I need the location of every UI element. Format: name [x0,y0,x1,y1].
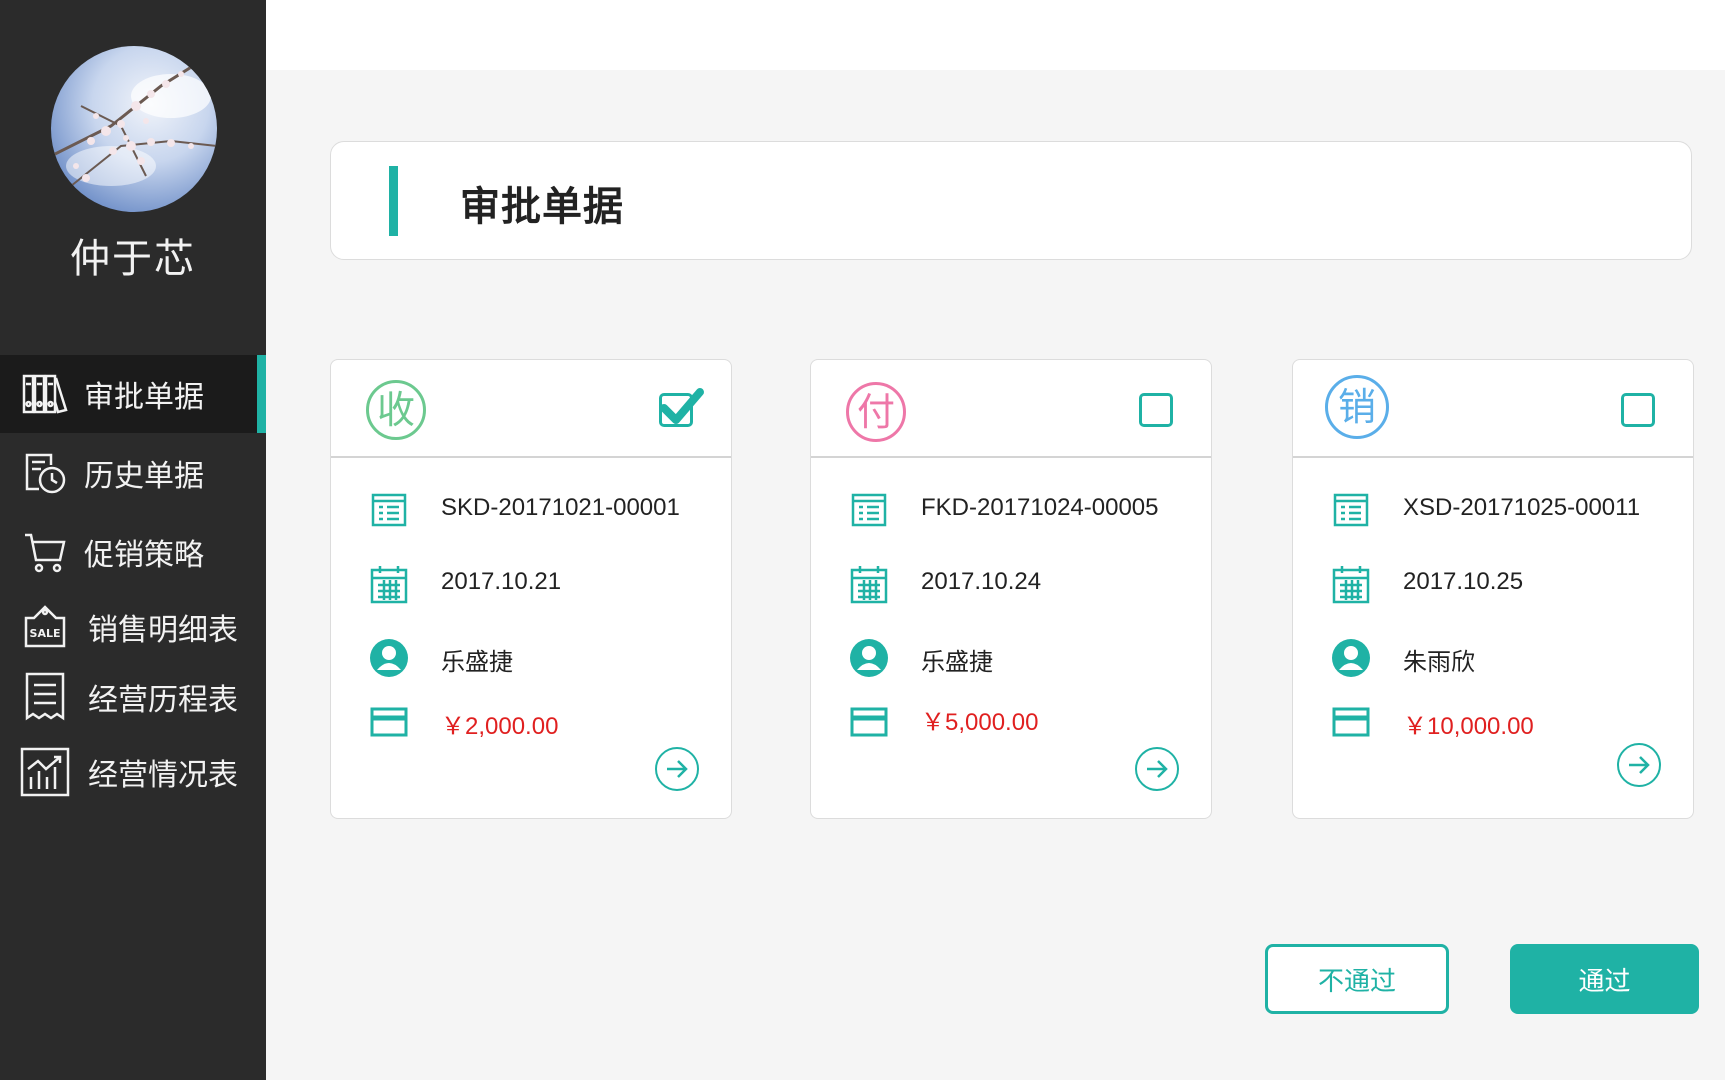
receipt-list-icon [20,672,70,722]
sidebar-item-promotion-strategy[interactable]: 促销策略 [0,513,266,591]
arrow-right-icon [667,760,688,778]
document-id-row: FKD-20171024-00005 [811,488,1211,532]
reject-button[interactable]: 不通过 [1265,944,1449,1014]
user-name: 仲于芯 [70,236,196,282]
document-card[interactable]: 付 FKD-20171024-00005 2017.10.24 乐盛捷 ￥5,0… [810,359,1212,819]
document-amount: ￥5,000.00 [921,709,1039,736]
header-accent-bar [389,166,398,236]
document-person-row: 朱雨欣 [1293,636,1693,680]
document-amount-row: ￥2,000.00 [331,700,731,744]
document-date-row: 2017.10.21 [331,562,731,606]
document-card[interactable]: 销 XSD-20171025-00011 2017.10.25 朱雨欣 ￥10,… [1292,359,1694,819]
document-list-icon [369,488,409,532]
document-date: 2017.10.21 [441,568,562,595]
sidebar-item-business-history[interactable]: 经营历程表 [0,658,266,736]
binders-icon [20,369,70,419]
checkmark-icon [660,388,704,424]
document-date-row: 2017.10.25 [1293,562,1693,606]
open-document-button[interactable] [655,747,699,791]
sale-tag-icon: SALE [20,602,70,652]
document-type-badge: 收 [366,380,426,440]
svg-text:SALE: SALE [30,627,61,640]
document-type-badge: 销 [1325,375,1389,439]
shopping-cart-icon [20,527,70,577]
sidebar-item-label: 经营情况表 [88,758,238,793]
open-document-button[interactable] [1617,743,1661,787]
top-bar [266,0,1725,70]
credit-card-icon [849,700,889,744]
document-id: FKD-20171024-00005 [921,494,1159,521]
history-document-icon [20,448,70,498]
document-list-icon [1331,488,1371,532]
document-type-badge: 付 [846,382,906,442]
calendar-icon [369,562,409,606]
document-card[interactable]: 收 SKD-20171021-00001 2017.10.21 乐盛捷 ￥2,0… [330,359,732,819]
page-header-card: 审批单据 [330,141,1692,260]
document-id-row: XSD-20171025-00011 [1293,488,1693,532]
document-person-row: 乐盛捷 [331,636,731,680]
sidebar-item-label: 经营历程表 [88,683,238,718]
credit-card-icon [369,700,409,744]
document-id: XSD-20171025-00011 [1403,494,1641,521]
document-id: SKD-20171021-00001 [441,494,680,521]
sidebar-item-label: 销售明细表 [88,613,238,648]
calendar-icon [1331,562,1371,606]
document-checkbox[interactable] [659,388,704,427]
calendar-icon [849,562,889,606]
open-document-button[interactable] [1135,747,1179,791]
document-checkbox[interactable] [1139,393,1173,427]
document-checkbox[interactable] [1621,393,1655,427]
document-date: 2017.10.24 [921,568,1042,595]
document-person: 朱雨欣 [1403,648,1475,676]
user-icon [369,636,409,680]
page-title: 审批单据 [460,184,624,230]
document-amount: ￥2,000.00 [441,713,559,740]
sidebar-item-sales-details[interactable]: SALE 销售明细表 [0,588,266,666]
document-list-icon [849,488,889,532]
document-person-row: 乐盛捷 [811,636,1211,680]
document-amount-row: ￥5,000.00 [811,700,1211,744]
arrow-right-icon [1629,756,1650,774]
sidebar-item-label: 历史单据 [84,459,204,494]
document-card-header: 销 [1293,360,1693,458]
sidebar-item-label: 审批单据 [84,380,204,415]
approve-button[interactable]: 通过 [1510,944,1699,1014]
document-date-row: 2017.10.24 [811,562,1211,606]
avatar[interactable] [51,46,217,212]
document-amount-row: ￥10,000.00 [1293,700,1693,744]
user-icon [1331,636,1371,680]
arrow-right-icon [1147,760,1168,778]
chart-trend-icon [20,747,70,797]
document-id-row: SKD-20171021-00001 [331,488,731,532]
credit-card-icon [1331,700,1371,744]
sidebar: 仲于芯 审批单据 历史单据 促销策略 SALE 销售明细表 经营历程表 经营情况… [0,0,266,1080]
sidebar-item-label: 促销策略 [84,538,204,573]
user-icon [849,636,889,680]
document-person: 乐盛捷 [441,648,513,676]
document-date: 2017.10.25 [1403,568,1524,595]
sidebar-item-approve-documents[interactable]: 审批单据 [0,355,266,433]
document-person: 乐盛捷 [921,648,993,676]
sidebar-item-history-documents[interactable]: 历史单据 [0,434,266,512]
document-card-header: 收 [331,360,731,458]
document-amount: ￥10,000.00 [1403,713,1534,740]
document-card-header: 付 [811,360,1211,458]
sidebar-item-business-overview[interactable]: 经营情况表 [0,733,266,811]
